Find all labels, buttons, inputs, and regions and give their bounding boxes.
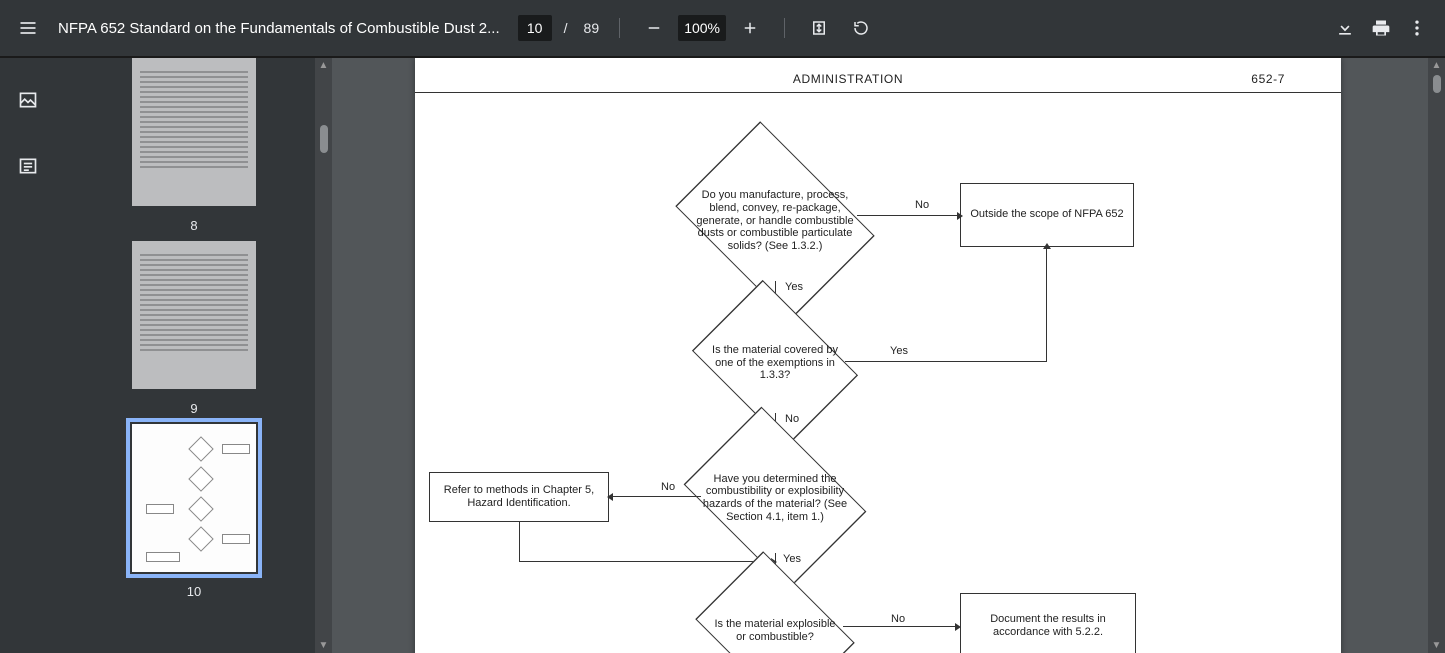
scroll-up-icon[interactable]: ▲: [319, 58, 329, 73]
main-scrollbar[interactable]: ▲ ▼: [1428, 58, 1445, 653]
separator: [784, 18, 785, 38]
page-sep: /: [564, 20, 568, 36]
label-yes: Yes: [783, 553, 801, 565]
outline-icon: [18, 156, 38, 176]
label-no: No: [661, 481, 675, 493]
thumbnail-panel: 8 9 10 ▲: [56, 58, 332, 653]
menu-icon: [18, 18, 38, 38]
thumbnail-8-label: 8: [56, 218, 332, 233]
connector: [845, 361, 1047, 362]
connector: [613, 496, 701, 497]
page-number-input[interactable]: [518, 15, 552, 41]
thumbnails-tab[interactable]: [10, 82, 46, 118]
decision-scope: Do you manufacture, process, blend, conv…: [715, 161, 835, 281]
separator: [619, 18, 620, 38]
minus-icon: [645, 19, 663, 37]
fit-page-icon: [810, 19, 828, 37]
decision-determined: Have you determined the combustibility o…: [720, 443, 830, 553]
thumbnail-8[interactable]: 8: [56, 58, 332, 233]
rotate-icon: [852, 19, 870, 37]
toolbar: NFPA 652 Standard on the Fundamentals of…: [0, 0, 1445, 56]
label-no: No: [785, 413, 799, 425]
thumbnail-9-label: 9: [56, 401, 332, 416]
image-icon: [18, 90, 38, 110]
scroll-thumb[interactable]: [1433, 75, 1441, 93]
connector: [857, 215, 957, 216]
page-viewport[interactable]: ADMINISTRATION 652-7 Do you manufacture,…: [332, 58, 1428, 653]
print-button[interactable]: [1363, 10, 1399, 46]
thumbnail-scrollbar[interactable]: ▲ ▼: [315, 58, 332, 653]
connector: [1046, 249, 1047, 362]
rotate-button[interactable]: [843, 10, 879, 46]
page-header-center: ADMINISTRATION: [471, 72, 1225, 86]
document-title: NFPA 652 Standard on the Fundamentals of…: [58, 20, 500, 37]
print-icon: [1371, 18, 1391, 38]
more-vert-icon: [1407, 18, 1427, 38]
zoom-out-button[interactable]: [636, 10, 672, 46]
connector: [519, 522, 520, 562]
side-rail: [0, 58, 56, 653]
zoom-in-button[interactable]: [732, 10, 768, 46]
label-yes: Yes: [785, 281, 803, 293]
scroll-thumb[interactable]: [320, 125, 328, 153]
more-button[interactable]: [1399, 10, 1435, 46]
download-icon: [1335, 18, 1355, 38]
scroll-up-icon[interactable]: ▲: [1432, 58, 1442, 73]
fit-page-button[interactable]: [801, 10, 837, 46]
decision-exemption: Is the material covered by one of the ex…: [725, 313, 825, 413]
connector: [843, 626, 955, 627]
download-button[interactable]: [1327, 10, 1363, 46]
decision-explosible: Is the material explosible or combustibl…: [727, 583, 823, 653]
thumbnail-10[interactable]: 10: [56, 424, 332, 599]
zoom-input[interactable]: [678, 15, 726, 41]
thumbnail-9[interactable]: 9: [56, 241, 332, 416]
page-header-right: 652-7: [1225, 72, 1285, 86]
label-no: No: [915, 199, 929, 211]
plus-icon: [741, 19, 759, 37]
menu-button[interactable]: [10, 10, 46, 46]
label-no: No: [891, 613, 905, 625]
box-refer-ch5: Refer to methods in Chapter 5, Hazard Id…: [429, 472, 609, 522]
page-header: ADMINISTRATION 652-7: [415, 58, 1341, 93]
content-area: 8 9 10 ▲: [0, 56, 1445, 653]
scroll-down-icon[interactable]: ▼: [319, 638, 329, 653]
flowchart: Do you manufacture, process, blend, conv…: [425, 123, 1331, 653]
page-10: ADMINISTRATION 652-7 Do you manufacture,…: [415, 58, 1341, 653]
box-document-results: Document the results in accordance with …: [960, 593, 1136, 653]
page-total: 89: [584, 20, 600, 36]
label-yes: Yes: [890, 345, 908, 357]
scroll-down-icon[interactable]: ▼: [1432, 638, 1442, 653]
box-out-of-scope: Outside the scope of NFPA 652: [960, 183, 1134, 247]
thumbnail-10-label: 10: [56, 584, 332, 599]
outline-tab[interactable]: [10, 148, 46, 184]
connector: [519, 561, 771, 562]
